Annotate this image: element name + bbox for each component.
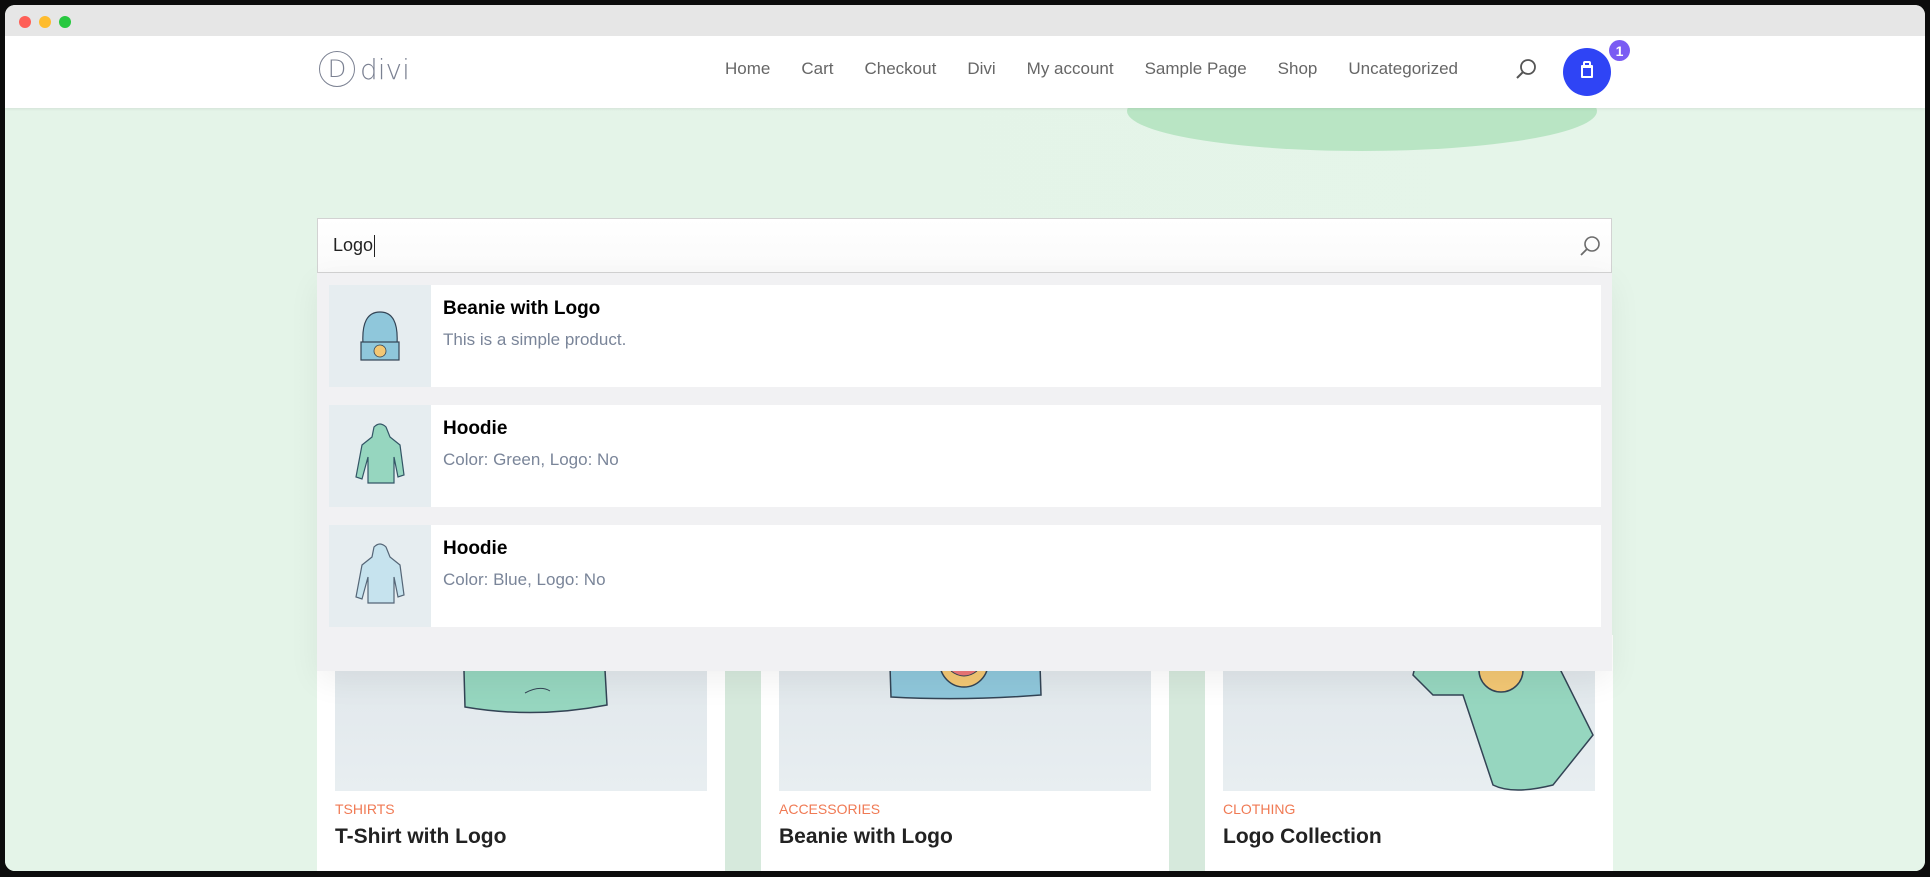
page: D divi Home Cart Checkout Divi My accoun… xyxy=(5,36,1925,871)
result-thumbnail xyxy=(329,405,431,507)
hoodie-blue-image xyxy=(355,543,405,604)
result-thumbnail xyxy=(329,525,431,627)
product-title[interactable]: Beanie with Logo xyxy=(779,825,953,849)
nav-item-uncategorized[interactable]: Uncategorized xyxy=(1348,58,1458,80)
site-logo[interactable]: D divi xyxy=(319,49,410,89)
close-window-button[interactable] xyxy=(19,16,31,28)
nav-item-cart[interactable]: Cart xyxy=(801,58,833,80)
product-category[interactable]: ACCESSORIES xyxy=(779,801,880,817)
product-title[interactable]: T-Shirt with Logo xyxy=(335,825,506,849)
search-result-item[interactable]: Beanie with Logo This is a simple produc… xyxy=(329,285,1601,387)
logo-mark: D xyxy=(319,51,355,87)
result-thumbnail xyxy=(329,285,431,387)
cart-button[interactable] xyxy=(1563,48,1611,96)
nav-item-divi[interactable]: Divi xyxy=(967,58,995,80)
result-description: Color: Blue, Logo: No xyxy=(443,570,606,589)
beanie-image xyxy=(360,311,400,361)
search-input-value: Logo xyxy=(333,235,374,255)
search-icon[interactable] xyxy=(1515,58,1537,80)
product-title[interactable]: Logo Collection xyxy=(1223,825,1382,849)
logo-text: divi xyxy=(360,52,410,86)
product-category[interactable]: TSHIRTS xyxy=(335,801,395,817)
result-description: This is a simple product. xyxy=(443,330,627,349)
product-search-field[interactable]: Logo xyxy=(317,218,1612,273)
search-result-item[interactable]: Hoodie Color: Blue, Logo: No xyxy=(329,525,1601,627)
search-input[interactable]: Logo xyxy=(333,234,376,258)
browser-window: D divi Home Cart Checkout Divi My accoun… xyxy=(5,5,1925,871)
nav-item-home[interactable]: Home xyxy=(725,58,770,80)
maximize-window-button[interactable] xyxy=(59,16,71,28)
nav-item-sample-page[interactable]: Sample Page xyxy=(1145,58,1247,80)
text-caret xyxy=(374,235,376,258)
nav-item-checkout[interactable]: Checkout xyxy=(864,58,936,80)
main-nav: Home Cart Checkout Divi My account Sampl… xyxy=(725,58,1489,80)
shopping-bag-icon xyxy=(1579,61,1595,83)
result-title[interactable]: Hoodie xyxy=(443,537,606,561)
search-results-dropdown: Beanie with Logo This is a simple produc… xyxy=(317,273,1612,671)
product-category[interactable]: CLOTHING xyxy=(1223,801,1295,817)
nav-item-my-account[interactable]: My account xyxy=(1027,58,1114,80)
result-description: Color: Green, Logo: No xyxy=(443,450,619,469)
search-result-item[interactable]: Hoodie Color: Green, Logo: No xyxy=(329,405,1601,507)
hoodie-green-image xyxy=(355,423,405,484)
result-title[interactable]: Hoodie xyxy=(443,417,619,441)
nav-item-shop[interactable]: Shop xyxy=(1278,58,1318,80)
minimize-window-button[interactable] xyxy=(39,16,51,28)
title-bar xyxy=(5,5,1925,36)
cart-count-badge: 1 xyxy=(1609,40,1630,61)
search-icon[interactable] xyxy=(1579,235,1601,257)
site-header: D divi Home Cart Checkout Divi My accoun… xyxy=(5,36,1925,108)
result-title[interactable]: Beanie with Logo xyxy=(443,297,626,321)
